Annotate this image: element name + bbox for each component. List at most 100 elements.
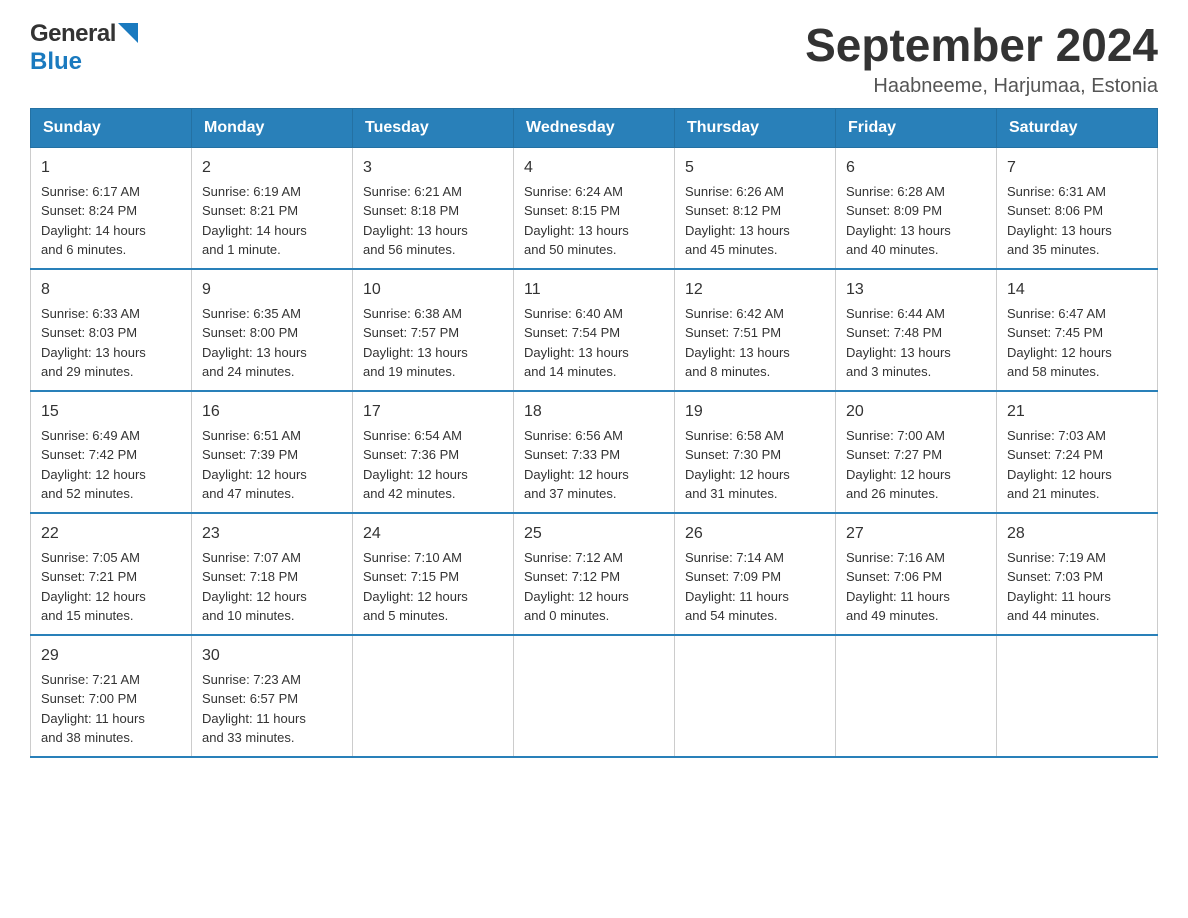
day-info: Sunrise: 7:21 AM Sunset: 7:00 PM Dayligh… bbox=[41, 672, 145, 746]
calendar-cell: 26 Sunrise: 7:14 AM Sunset: 7:09 PM Dayli… bbox=[675, 513, 836, 635]
day-info: Sunrise: 7:23 AM Sunset: 6:57 PM Dayligh… bbox=[202, 672, 306, 746]
day-info: Sunrise: 7:05 AM Sunset: 7:21 PM Dayligh… bbox=[41, 550, 146, 624]
calendar-cell: 13 Sunrise: 6:44 AM Sunset: 7:48 PM Dayli… bbox=[836, 269, 997, 391]
day-info: Sunrise: 6:24 AM Sunset: 8:15 PM Dayligh… bbox=[524, 184, 629, 258]
calendar-cell: 22Sunrise: 7:05 AM Sunset: 7:21 PM Dayli… bbox=[31, 513, 192, 635]
header-saturday: Saturday bbox=[997, 108, 1158, 147]
day-info: Sunrise: 6:26 AM Sunset: 8:12 PM Dayligh… bbox=[685, 184, 790, 258]
day-number: 28 bbox=[1007, 522, 1147, 546]
day-number: 17 bbox=[363, 400, 503, 424]
calendar-cell bbox=[997, 635, 1158, 757]
logo-arrow-icon bbox=[118, 23, 138, 48]
calendar-week-row: 1 Sunrise: 6:17 AM Sunset: 8:24 PM Daylig… bbox=[31, 147, 1158, 269]
calendar-cell bbox=[514, 635, 675, 757]
header-area: General Blue September 2024 Haabneeme, H… bbox=[30, 20, 1158, 98]
day-number: 15 bbox=[41, 400, 181, 424]
calendar-cell: 4 Sunrise: 6:24 AM Sunset: 8:15 PM Daylig… bbox=[514, 147, 675, 269]
calendar-cell: 5Sunrise: 6:26 AM Sunset: 8:12 PM Daylig… bbox=[675, 147, 836, 269]
day-number: 6 bbox=[846, 156, 986, 180]
day-info: Sunrise: 6:17 AM Sunset: 8:24 PM Dayligh… bbox=[41, 184, 146, 258]
calendar-cell: 27 Sunrise: 7:16 AM Sunset: 7:06 PM Dayli… bbox=[836, 513, 997, 635]
calendar-cell: 19 Sunrise: 6:58 AM Sunset: 7:30 PM Dayli… bbox=[675, 391, 836, 513]
calendar-cell: 15 Sunrise: 6:49 AM Sunset: 7:42 PM Dayli… bbox=[31, 391, 192, 513]
header-sunday: Sunday bbox=[31, 108, 192, 147]
day-info: Sunrise: 6:47 AM Sunset: 7:45 PM Dayligh… bbox=[1007, 306, 1112, 380]
day-number: 16 bbox=[202, 400, 342, 424]
day-info: Sunrise: 6:38 AM Sunset: 7:57 PM Dayligh… bbox=[363, 306, 468, 380]
day-info: Sunrise: 7:14 AM Sunset: 7:09 PM Dayligh… bbox=[685, 550, 789, 624]
day-info: Sunrise: 6:51 AM Sunset: 7:39 PM Dayligh… bbox=[202, 428, 307, 502]
day-number: 3 bbox=[363, 156, 503, 180]
calendar-cell: 1 Sunrise: 6:17 AM Sunset: 8:24 PM Daylig… bbox=[31, 147, 192, 269]
day-info: Sunrise: 6:58 AM Sunset: 7:30 PM Dayligh… bbox=[685, 428, 790, 502]
day-number: 8 bbox=[41, 278, 181, 302]
day-info: Sunrise: 6:19 AM Sunset: 8:21 PM Dayligh… bbox=[202, 184, 307, 258]
day-number: 13 bbox=[846, 278, 986, 302]
calendar-cell: 25 Sunrise: 7:12 AM Sunset: 7:12 PM Dayli… bbox=[514, 513, 675, 635]
calendar-cell: 7 Sunrise: 6:31 AM Sunset: 8:06 PM Daylig… bbox=[997, 147, 1158, 269]
day-number: 23 bbox=[202, 522, 342, 546]
day-number: 29 bbox=[41, 644, 181, 668]
calendar-cell: 24 Sunrise: 7:10 AM Sunset: 7:15 PM Dayli… bbox=[353, 513, 514, 635]
day-number: 27 bbox=[846, 522, 986, 546]
calendar-cell bbox=[353, 635, 514, 757]
day-info: Sunrise: 6:28 AM Sunset: 8:09 PM Dayligh… bbox=[846, 184, 951, 258]
day-number: 10 bbox=[363, 278, 503, 302]
calendar-cell: 17 Sunrise: 6:54 AM Sunset: 7:36 PM Dayli… bbox=[353, 391, 514, 513]
day-info: Sunrise: 7:16 AM Sunset: 7:06 PM Dayligh… bbox=[846, 550, 950, 624]
day-info: Sunrise: 6:42 AM Sunset: 7:51 PM Dayligh… bbox=[685, 306, 790, 380]
day-info: Sunrise: 7:19 AM Sunset: 7:03 PM Dayligh… bbox=[1007, 550, 1111, 624]
calendar-cell bbox=[836, 635, 997, 757]
day-number: 19 bbox=[685, 400, 825, 424]
calendar-cell: 10 Sunrise: 6:38 AM Sunset: 7:57 PM Dayli… bbox=[353, 269, 514, 391]
header-wednesday: Wednesday bbox=[514, 108, 675, 147]
header-tuesday: Tuesday bbox=[353, 108, 514, 147]
day-number: 21 bbox=[1007, 400, 1147, 424]
calendar-cell: 2 Sunrise: 6:19 AM Sunset: 8:21 PM Daylig… bbox=[192, 147, 353, 269]
day-info: Sunrise: 6:56 AM Sunset: 7:33 PM Dayligh… bbox=[524, 428, 629, 502]
month-title: September 2024 bbox=[805, 20, 1158, 71]
calendar-cell: 16 Sunrise: 6:51 AM Sunset: 7:39 PM Dayli… bbox=[192, 391, 353, 513]
location-title: Haabneeme, Harjumaa, Estonia bbox=[805, 75, 1158, 98]
header-monday: Monday bbox=[192, 108, 353, 147]
day-info: Sunrise: 6:49 AM Sunset: 7:42 PM Dayligh… bbox=[41, 428, 146, 502]
calendar-cell: 3 Sunrise: 6:21 AM Sunset: 8:18 PM Daylig… bbox=[353, 147, 514, 269]
day-info: Sunrise: 6:44 AM Sunset: 7:48 PM Dayligh… bbox=[846, 306, 951, 380]
day-info: Sunrise: 6:31 AM Sunset: 8:06 PM Dayligh… bbox=[1007, 184, 1112, 258]
calendar-cell: 18Sunrise: 6:56 AM Sunset: 7:33 PM Dayli… bbox=[514, 391, 675, 513]
calendar-cell: 6 Sunrise: 6:28 AM Sunset: 8:09 PM Daylig… bbox=[836, 147, 997, 269]
calendar-week-row: 15 Sunrise: 6:49 AM Sunset: 7:42 PM Dayli… bbox=[31, 391, 1158, 513]
day-number: 30 bbox=[202, 644, 342, 668]
day-number: 4 bbox=[524, 156, 664, 180]
day-info: Sunrise: 6:21 AM Sunset: 8:18 PM Dayligh… bbox=[363, 184, 468, 258]
day-number: 11 bbox=[524, 278, 664, 302]
day-number: 20 bbox=[846, 400, 986, 424]
title-area: September 2024 Haabneeme, Harjumaa, Esto… bbox=[805, 20, 1158, 98]
calendar-cell: 23Sunrise: 7:07 AM Sunset: 7:18 PM Dayli… bbox=[192, 513, 353, 635]
calendar-cell: 14 Sunrise: 6:47 AM Sunset: 7:45 PM Dayli… bbox=[997, 269, 1158, 391]
day-number: 1 bbox=[41, 156, 181, 180]
calendar-week-row: 29 Sunrise: 7:21 AM Sunset: 7:00 PM Dayli… bbox=[31, 635, 1158, 757]
logo: General Blue bbox=[30, 20, 138, 76]
calendar-cell: 21Sunrise: 7:03 AM Sunset: 7:24 PM Dayli… bbox=[997, 391, 1158, 513]
logo-blue-text: Blue bbox=[30, 48, 82, 75]
calendar-cell: 8Sunrise: 6:33 AM Sunset: 8:03 PM Daylig… bbox=[31, 269, 192, 391]
day-number: 26 bbox=[685, 522, 825, 546]
day-info: Sunrise: 7:10 AM Sunset: 7:15 PM Dayligh… bbox=[363, 550, 468, 624]
day-number: 7 bbox=[1007, 156, 1147, 180]
calendar-week-row: 22Sunrise: 7:05 AM Sunset: 7:21 PM Dayli… bbox=[31, 513, 1158, 635]
day-number: 24 bbox=[363, 522, 503, 546]
calendar-cell bbox=[675, 635, 836, 757]
day-number: 9 bbox=[202, 278, 342, 302]
logo-general-text: General bbox=[30, 20, 116, 48]
day-info: Sunrise: 7:12 AM Sunset: 7:12 PM Dayligh… bbox=[524, 550, 629, 624]
header-thursday: Thursday bbox=[675, 108, 836, 147]
day-info: Sunrise: 7:00 AM Sunset: 7:27 PM Dayligh… bbox=[846, 428, 951, 502]
day-number: 2 bbox=[202, 156, 342, 180]
day-number: 25 bbox=[524, 522, 664, 546]
header-friday: Friday bbox=[836, 108, 997, 147]
calendar-table: SundayMondayTuesdayWednesdayThursdayFrid… bbox=[30, 108, 1158, 758]
calendar-week-row: 8Sunrise: 6:33 AM Sunset: 8:03 PM Daylig… bbox=[31, 269, 1158, 391]
day-info: Sunrise: 6:54 AM Sunset: 7:36 PM Dayligh… bbox=[363, 428, 468, 502]
day-number: 14 bbox=[1007, 278, 1147, 302]
